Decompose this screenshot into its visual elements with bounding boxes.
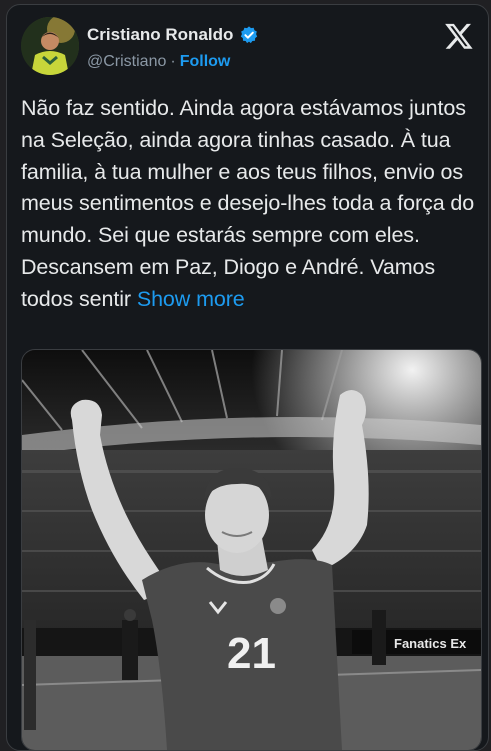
tweet-embed-card[interactable]: Cristiano Ronaldo @Cristiano · Follow Nã… [6,4,489,751]
author-display-name[interactable]: Cristiano Ronaldo [87,25,233,45]
sponsor-board-text: Fanatics Ex [394,636,467,651]
author-name-row: Cristiano Ronaldo [87,25,259,45]
author-handle-row: @Cristiano · Follow [87,53,230,71]
verified-badge-icon [239,25,259,45]
jersey-number: 21 [227,629,276,678]
tweet-body: Não faz sentido. Ainda agora estávamos j… [21,96,475,311]
show-more-link[interactable]: Show more [137,287,245,311]
follow-button[interactable]: Follow [180,53,231,71]
author-avatar[interactable] [21,17,79,75]
author-handle[interactable]: @Cristiano [87,53,166,71]
tweet-photo[interactable]: Fanatics Ex 21 [21,349,482,750]
tweet-text: Não faz sentido. Ainda agora estávamos j… [21,93,481,316]
separator-dot: · [170,53,176,70]
x-logo-icon[interactable] [444,21,474,51]
